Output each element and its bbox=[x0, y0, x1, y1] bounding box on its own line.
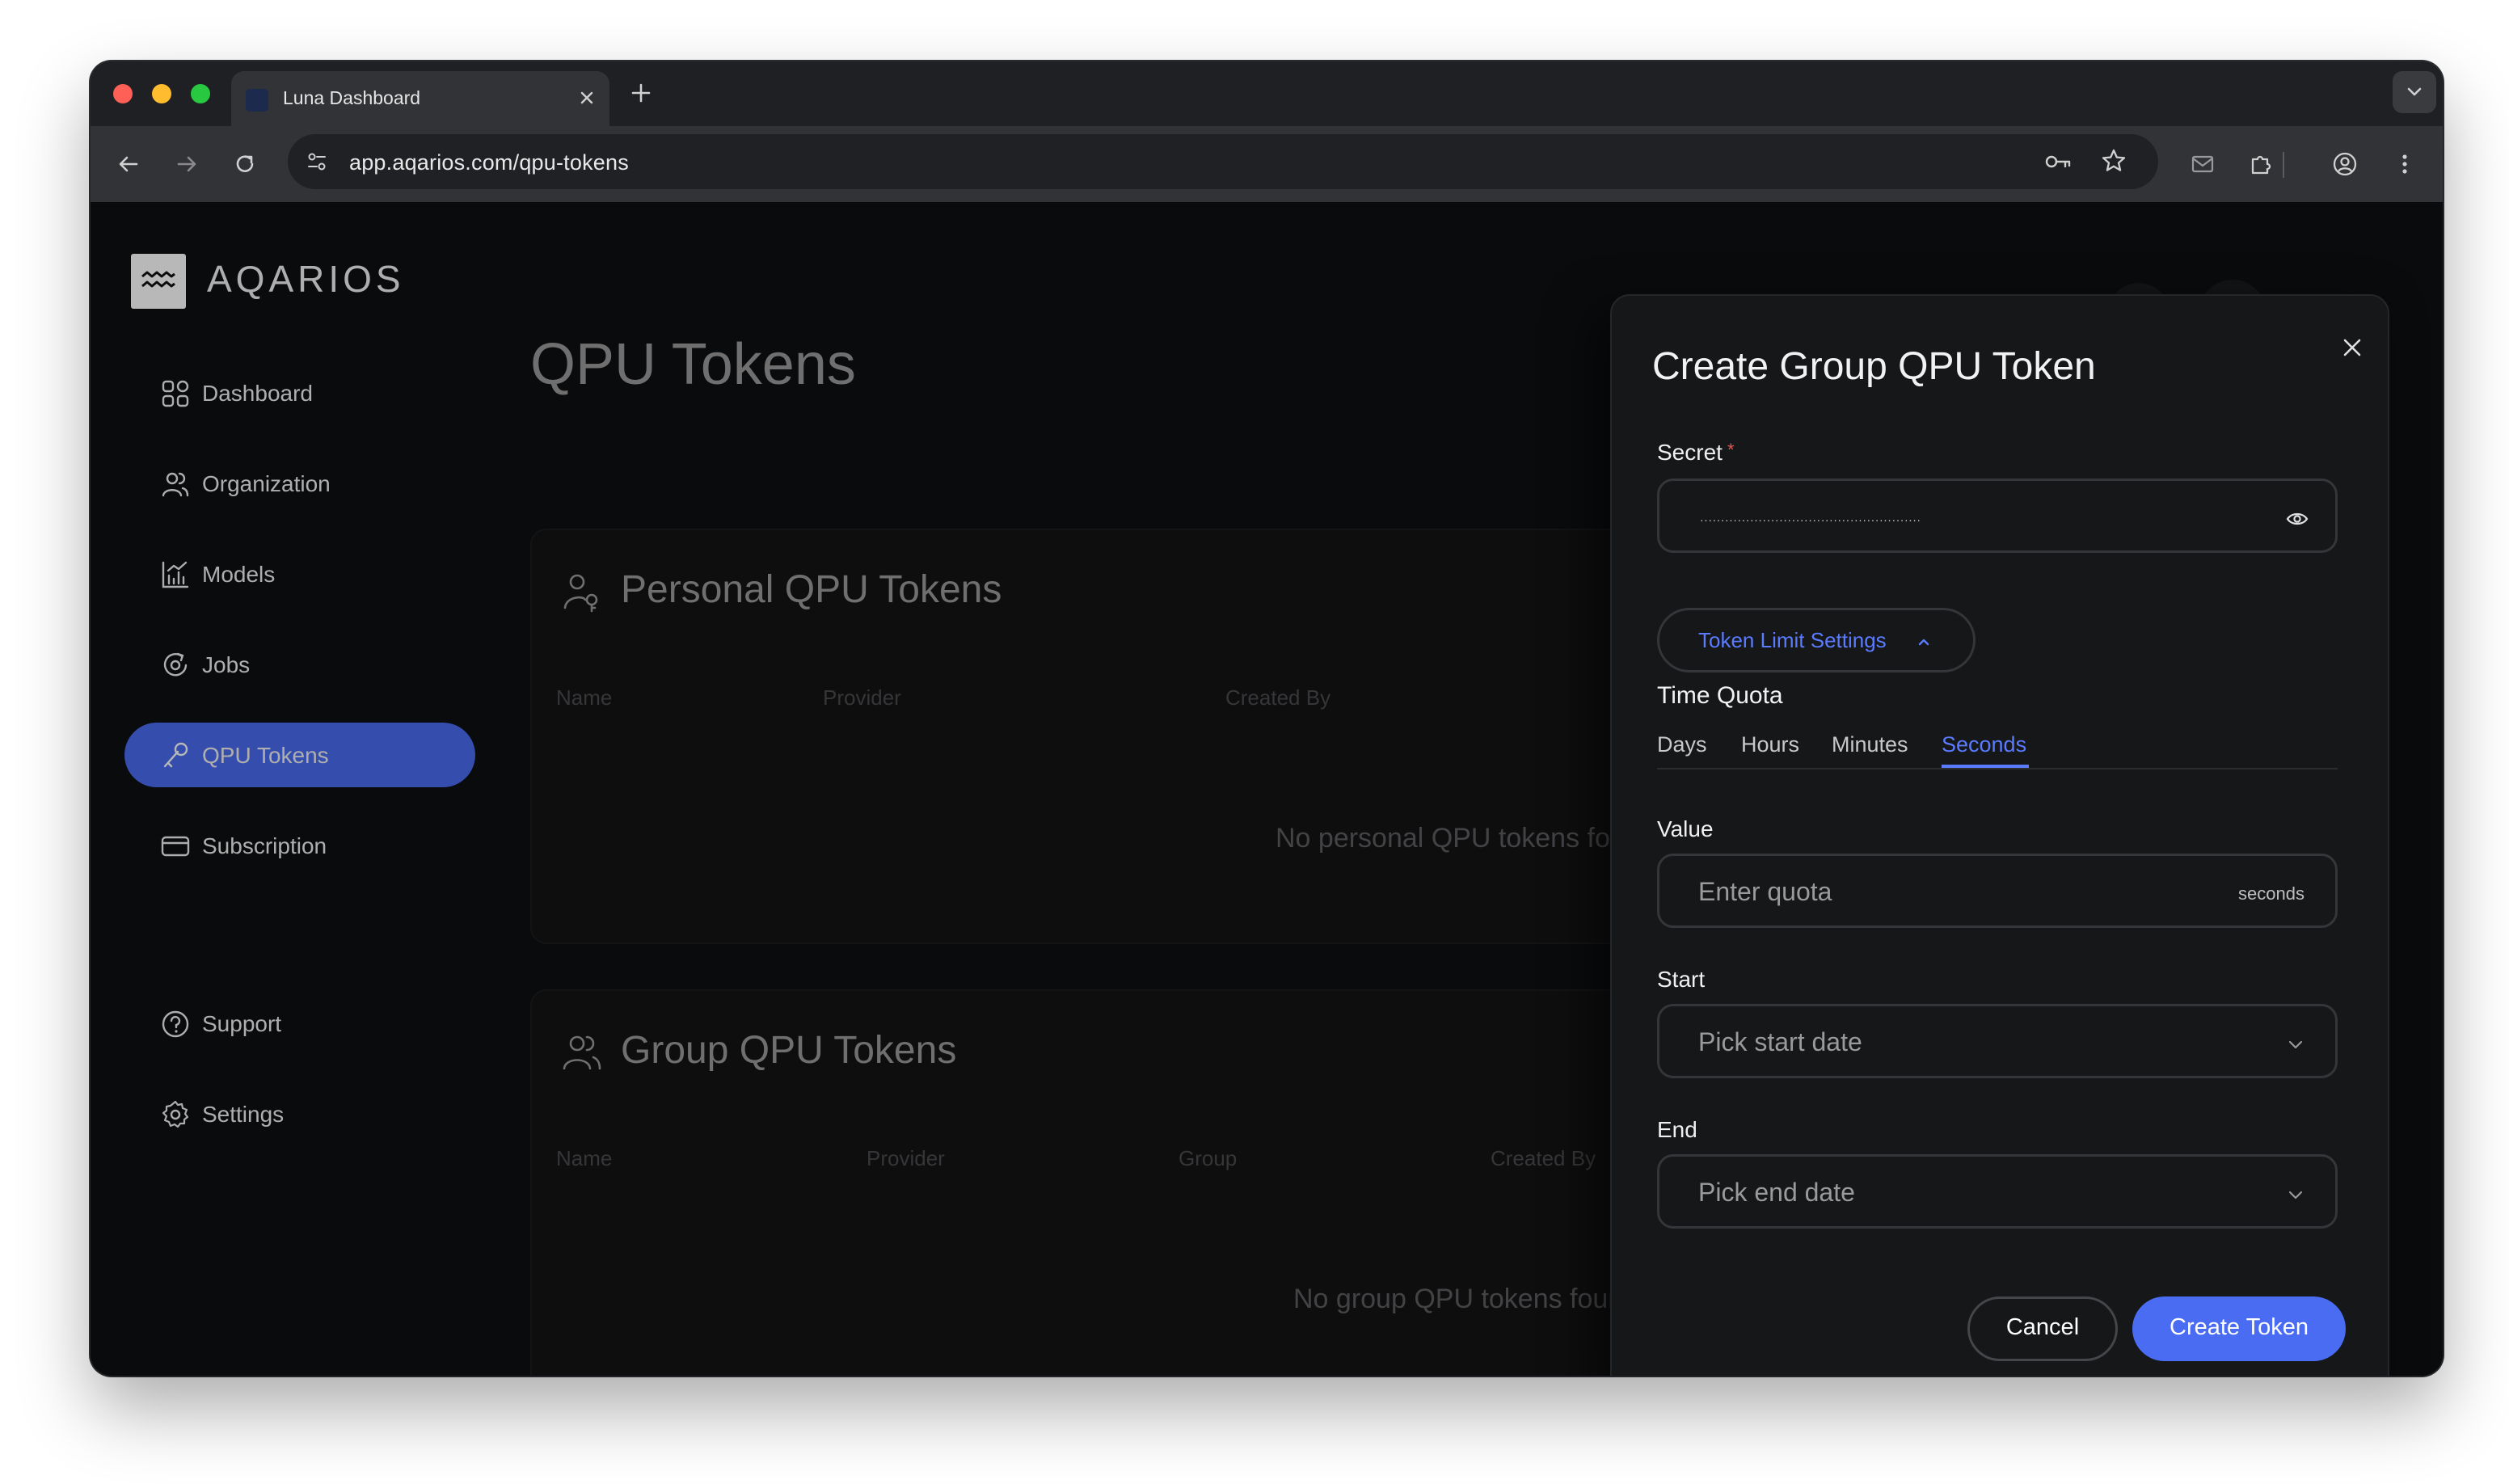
create-group-token-dialog: Create Group QPU Token Secret * ·········… bbox=[1610, 294, 2389, 1376]
browser-toolbar: app.aqarios.com/qpu-tokens bbox=[91, 126, 2443, 204]
site-settings-icon[interactable] bbox=[304, 149, 330, 175]
tab-days[interactable]: Days bbox=[1657, 732, 1707, 757]
new-tab-icon[interactable] bbox=[629, 81, 653, 105]
browser-tab[interactable]: Luna Dashboard bbox=[231, 71, 609, 126]
required-marker: * bbox=[1727, 440, 1735, 460]
mail-extension-icon[interactable] bbox=[2189, 150, 2216, 178]
chevron-down-icon bbox=[2288, 1191, 2303, 1199]
close-tab-icon[interactable] bbox=[576, 86, 598, 109]
cancel-button[interactable]: Cancel bbox=[1967, 1296, 2118, 1361]
secret-label: Secret * bbox=[1657, 440, 1735, 465]
unit-suffix: seconds bbox=[2238, 883, 2304, 904]
secret-value: ········································… bbox=[1700, 513, 1921, 526]
maximize-window-button[interactable] bbox=[191, 84, 210, 103]
toolbar-divider bbox=[2283, 152, 2284, 178]
minimize-window-button[interactable] bbox=[152, 84, 171, 103]
time-quota-label: Time Quota bbox=[1657, 682, 1783, 709]
start-date-picker[interactable]: Pick start date bbox=[1657, 1004, 2338, 1078]
create-token-label: Create Token bbox=[2170, 1314, 2309, 1340]
close-icon[interactable] bbox=[2339, 335, 2365, 360]
chevron-down-icon bbox=[2407, 87, 2422, 96]
app-content: AQARIOS Dashboard Organization Models Jo… bbox=[91, 202, 2443, 1376]
start-date-placeholder: Pick start date bbox=[1698, 1027, 1862, 1056]
reload-icon[interactable] bbox=[231, 150, 259, 178]
url-text: app.aqarios.com/qpu-tokens bbox=[349, 150, 629, 175]
extensions-puzzle-icon[interactable] bbox=[2247, 150, 2275, 178]
start-label: Start bbox=[1657, 967, 1706, 992]
bookmark-star-icon[interactable] bbox=[2100, 147, 2127, 175]
tab-title: Luna Dashboard bbox=[283, 87, 421, 108]
cancel-label: Cancel bbox=[2005, 1314, 2080, 1340]
back-icon[interactable] bbox=[115, 150, 142, 178]
tab-hours[interactable]: Hours bbox=[1741, 732, 1799, 757]
end-date-picker[interactable]: Pick end date bbox=[1657, 1154, 2338, 1229]
tabs-divider bbox=[1657, 768, 2338, 769]
token-limit-settings-button[interactable]: Token Limit Settings bbox=[1657, 608, 1976, 672]
tab-minutes[interactable]: Minutes bbox=[1832, 732, 1908, 757]
browser-menu-icon[interactable] bbox=[2391, 150, 2418, 178]
forward-icon[interactable] bbox=[173, 150, 200, 178]
tab-strip: Luna Dashboard bbox=[91, 61, 2443, 126]
tab-seconds[interactable]: Seconds bbox=[1942, 732, 2026, 757]
dialog-title: Create Group QPU Token bbox=[1652, 345, 2096, 388]
active-tab-indicator bbox=[1942, 765, 2029, 768]
favicon-icon bbox=[246, 89, 268, 112]
chevron-down-icon bbox=[2288, 1040, 2303, 1049]
end-label: End bbox=[1657, 1117, 1697, 1142]
eye-icon[interactable] bbox=[2285, 507, 2309, 531]
browser-window: Luna Dashboard app.aqarios.com/qpu-token… bbox=[91, 61, 2443, 1376]
profile-icon[interactable] bbox=[2331, 150, 2359, 178]
token-limit-settings-label: Token Limit Settings bbox=[1698, 628, 1887, 652]
key-icon[interactable] bbox=[2043, 149, 2074, 175]
quota-value-input[interactable]: Enter quota seconds bbox=[1657, 854, 2338, 928]
value-label: Value bbox=[1657, 816, 1714, 841]
tab-search-button[interactable] bbox=[2393, 71, 2436, 113]
close-window-button[interactable] bbox=[113, 84, 133, 103]
secret-input[interactable]: ········································… bbox=[1657, 479, 2338, 553]
create-token-button[interactable]: Create Token bbox=[2132, 1296, 2346, 1361]
quota-placeholder: Enter quota bbox=[1698, 877, 1832, 906]
address-bar[interactable]: app.aqarios.com/qpu-tokens bbox=[288, 134, 2158, 189]
end-date-placeholder: Pick end date bbox=[1698, 1178, 1855, 1207]
chevron-up-icon bbox=[1918, 639, 1929, 646]
